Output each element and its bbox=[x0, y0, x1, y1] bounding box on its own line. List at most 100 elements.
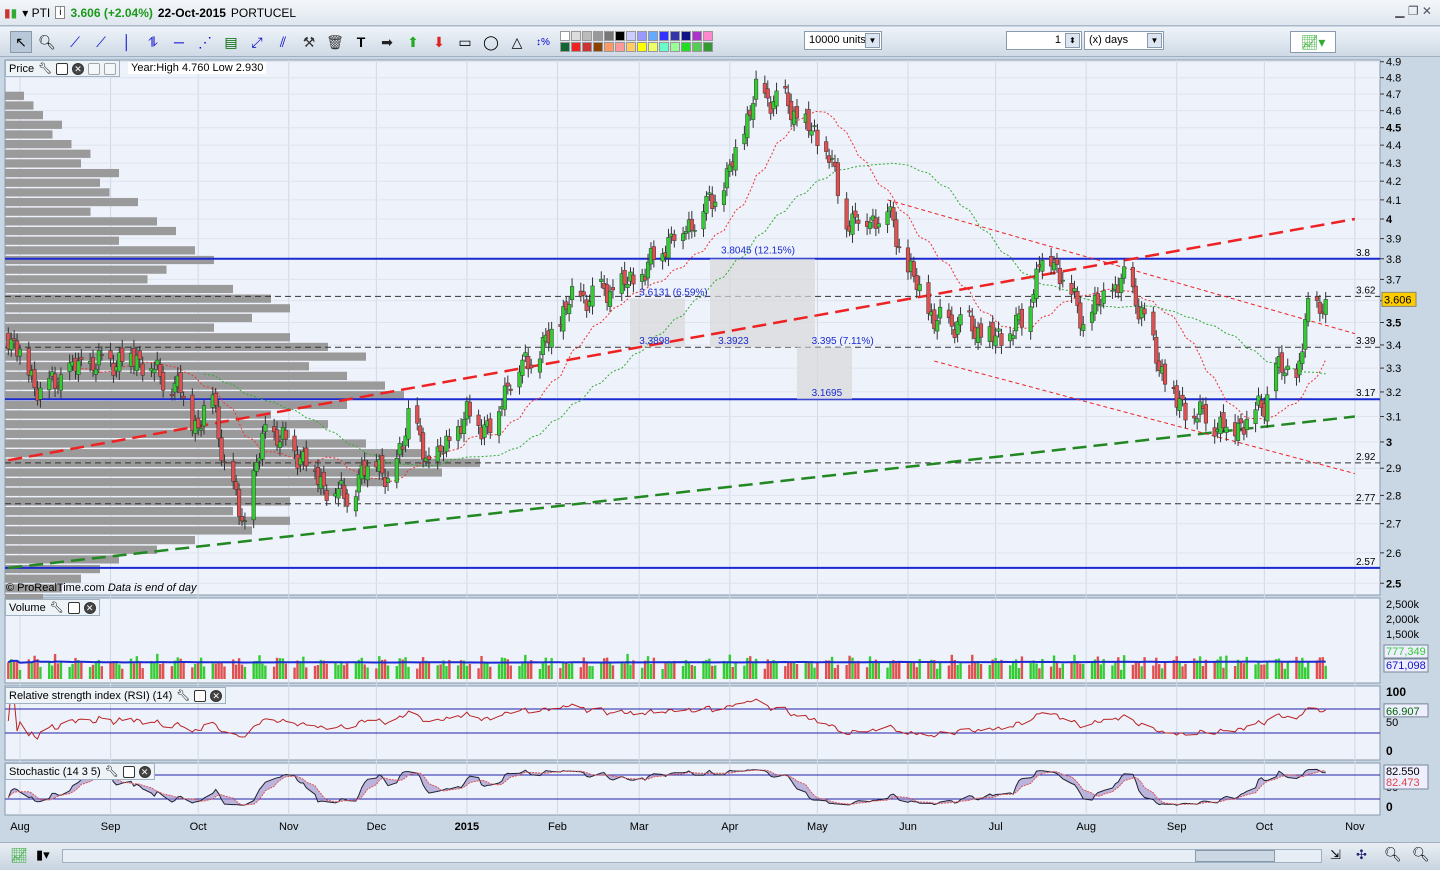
color-swatch[interactable] bbox=[604, 31, 614, 41]
percent-tool-icon[interactable]: ↕% bbox=[532, 31, 554, 53]
move-up-icon[interactable] bbox=[104, 62, 117, 75]
candle bbox=[774, 90, 779, 107]
close-icon[interactable]: ✕ bbox=[210, 689, 223, 702]
color-swatch[interactable] bbox=[593, 42, 603, 52]
candle-type-icon[interactable]: ▮▾ bbox=[36, 847, 50, 863]
color-swatch[interactable] bbox=[670, 42, 680, 52]
candle bbox=[751, 103, 756, 120]
info-icon[interactable]: i bbox=[55, 6, 66, 19]
color-swatch[interactable] bbox=[703, 42, 713, 52]
up-arrow-icon[interactable]: ⬆ bbox=[402, 31, 424, 53]
candle bbox=[911, 261, 916, 277]
units-select[interactable]: 10000 units ▼ bbox=[804, 31, 882, 50]
volume-profile-bar bbox=[5, 91, 24, 100]
zoom-tool-icon[interactable]: 🔍︎ bbox=[36, 31, 58, 53]
color-swatch[interactable] bbox=[571, 42, 581, 52]
color-swatch[interactable] bbox=[626, 31, 636, 41]
zoom-in-icon[interactable]: 🔍︎ bbox=[1412, 846, 1430, 863]
y-tick-label: 3.9 bbox=[1386, 234, 1401, 246]
color-swatch[interactable] bbox=[571, 31, 581, 41]
trash-icon[interactable]: 🗑︎ bbox=[324, 31, 346, 53]
close-icon[interactable]: ✕ bbox=[138, 765, 151, 778]
color-swatch[interactable] bbox=[692, 31, 702, 41]
rectangle-tool-icon[interactable]: ▭ bbox=[454, 31, 476, 53]
color-swatch[interactable] bbox=[560, 31, 570, 41]
volume-bar bbox=[912, 662, 916, 679]
color-swatch[interactable] bbox=[659, 42, 669, 52]
color-swatch[interactable] bbox=[593, 31, 603, 41]
color-swatch[interactable] bbox=[637, 42, 647, 52]
chart-icon[interactable]: 📈︎ bbox=[10, 847, 28, 864]
vertical-line-icon[interactable]: │ bbox=[116, 31, 138, 53]
candlestick-icon[interactable]: ▮▮ bbox=[4, 6, 17, 20]
color-swatch[interactable] bbox=[659, 31, 669, 41]
volume-bar bbox=[1137, 662, 1140, 679]
period-unit-select[interactable]: (x) days ▼ bbox=[1084, 31, 1164, 50]
candle bbox=[1122, 266, 1127, 279]
wrench-icon[interactable]: 🔧︎ bbox=[105, 765, 119, 778]
horizontal-scrollbar[interactable] bbox=[62, 849, 1322, 863]
color-swatch[interactable] bbox=[648, 31, 658, 41]
scrollbar-thumb[interactable] bbox=[1195, 850, 1275, 862]
color-swatch[interactable] bbox=[615, 31, 625, 41]
line-tool-icon[interactable]: ⟋ bbox=[90, 31, 112, 53]
candle bbox=[897, 246, 902, 249]
color-swatch[interactable] bbox=[582, 31, 592, 41]
symbol-dropdown[interactable]: ▾ PTI bbox=[22, 6, 50, 20]
color-swatch[interactable] bbox=[637, 31, 647, 41]
wrench-icon[interactable]: 🔧︎ bbox=[176, 689, 190, 702]
pointer-tool-icon[interactable]: ↖ bbox=[10, 31, 32, 53]
fan-tool-icon[interactable]: ⋰ bbox=[194, 31, 216, 53]
color-swatch[interactable] bbox=[626, 42, 636, 52]
volume-bar bbox=[1038, 668, 1041, 679]
wrench-icon[interactable]: 🔧︎ bbox=[38, 62, 52, 75]
fibonacci-icon[interactable]: ▤ bbox=[220, 31, 242, 53]
tools-icon[interactable]: ⚒ bbox=[298, 31, 320, 53]
color-swatch[interactable] bbox=[615, 42, 625, 52]
window-icon[interactable] bbox=[67, 601, 80, 614]
chart-area[interactable]: Aug Sep Oct Nov Dec 2015 Feb Mar Apr May Jun Jul Aug… bbox=[0, 58, 1440, 842]
period-input[interactable]: 1 ⬍ bbox=[1006, 31, 1082, 50]
volume-bar bbox=[486, 662, 489, 679]
fit-icon[interactable]: ✣ bbox=[1356, 847, 1367, 863]
close-icon[interactable]: ✕ bbox=[83, 601, 96, 614]
window-icon[interactable] bbox=[194, 689, 207, 702]
candle bbox=[567, 304, 572, 315]
volume-bar bbox=[398, 658, 401, 679]
candle bbox=[1110, 289, 1115, 292]
volume-bar bbox=[194, 663, 197, 679]
text-tool-icon[interactable]: T bbox=[350, 31, 372, 53]
color-swatch[interactable] bbox=[681, 42, 691, 52]
arrow-line-icon[interactable]: ⤢ bbox=[246, 31, 268, 53]
color-swatch[interactable] bbox=[681, 31, 691, 41]
horizontal-line-icon[interactable]: ─ bbox=[168, 31, 190, 53]
x-tick-label: Dec bbox=[367, 821, 387, 833]
parallel-icon[interactable]: ⫽ bbox=[272, 31, 294, 53]
candle bbox=[415, 405, 420, 424]
triangle-tool-icon[interactable]: △ bbox=[506, 31, 528, 53]
down-arrow-icon[interactable]: ⬇ bbox=[428, 31, 450, 53]
color-swatch[interactable] bbox=[648, 42, 658, 52]
candle bbox=[721, 190, 727, 205]
color-swatch[interactable] bbox=[604, 42, 614, 52]
y-tick-label: 3.7 bbox=[1386, 274, 1401, 286]
window-controls[interactable]: ▁ ❐ ✕ bbox=[1395, 4, 1432, 18]
color-swatch[interactable] bbox=[582, 42, 592, 52]
channel-tool-icon[interactable]: ⥮ bbox=[142, 31, 164, 53]
color-swatch[interactable] bbox=[560, 42, 570, 52]
color-swatch[interactable] bbox=[670, 31, 680, 41]
color-swatch[interactable] bbox=[703, 31, 713, 41]
color-swatch[interactable] bbox=[692, 42, 702, 52]
wrench-icon[interactable]: 🔧︎ bbox=[50, 601, 64, 614]
autoscroll-icon[interactable]: ⇲ bbox=[1330, 847, 1341, 863]
ellipse-tool-icon[interactable]: ◯ bbox=[480, 31, 502, 53]
move-down-icon[interactable] bbox=[88, 62, 101, 75]
candle bbox=[692, 230, 697, 232]
zoom-out-icon[interactable]: 🔍︎ bbox=[1384, 846, 1402, 863]
window-icon[interactable] bbox=[56, 62, 69, 75]
close-icon[interactable]: ✕ bbox=[72, 62, 85, 75]
segment-tool-icon[interactable]: ⟋ bbox=[64, 31, 86, 53]
indicators-button[interactable]: 📈︎▾ bbox=[1290, 31, 1336, 53]
right-arrow-icon[interactable]: ➡ bbox=[376, 31, 398, 53]
window-icon[interactable] bbox=[122, 765, 135, 778]
